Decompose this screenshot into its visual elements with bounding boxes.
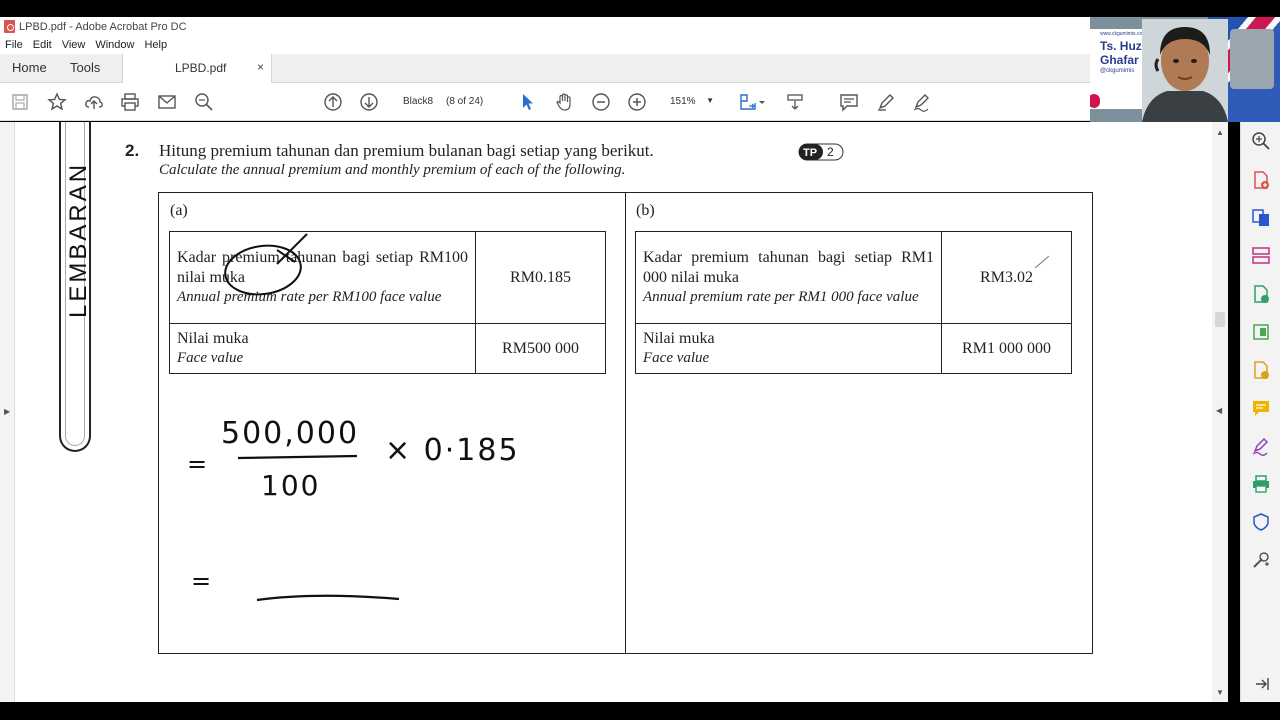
- fit-dropdown-icon[interactable]: [756, 92, 768, 112]
- ink-annotations: = 500,000 100 × 0·185 =: [187, 233, 1050, 602]
- mini-portrait: [1230, 29, 1274, 89]
- export-file-icon[interactable]: [1251, 360, 1271, 380]
- save-icon[interactable]: [10, 92, 30, 112]
- screen-top-bar: [0, 0, 1280, 17]
- zoom-search-icon[interactable]: [1251, 131, 1271, 151]
- menu-view[interactable]: View: [62, 39, 86, 51]
- tab-home[interactable]: Home: [12, 60, 47, 75]
- print-icon[interactable]: [120, 92, 140, 112]
- collapse-tools-icon[interactable]: [1251, 674, 1271, 694]
- protect-shield-icon[interactable]: [1251, 512, 1271, 532]
- more-tools-icon[interactable]: [1251, 550, 1271, 570]
- zoom-level: 151%: [670, 96, 696, 107]
- export-pdf-icon[interactable]: [1251, 284, 1271, 304]
- select-cursor-icon[interactable]: [517, 92, 537, 112]
- highlight-pen-icon[interactable]: [876, 92, 896, 112]
- zoom-out-icon[interactable]: [591, 92, 611, 112]
- scroll-up-icon[interactable]: ▲: [1216, 128, 1224, 137]
- ink-multiplier: × 0·185: [385, 433, 520, 468]
- menu-help[interactable]: Help: [144, 39, 167, 51]
- answer-underline: [256, 594, 400, 602]
- webcam-overlay: www.ckgumimis.com Ts. Huzai Ghafar @ckgu…: [1090, 17, 1280, 122]
- expand-left-panel-icon[interactable]: ▶: [4, 407, 10, 416]
- fill-sign-icon[interactable]: [912, 92, 932, 112]
- tab-document-label: LPBD.pdf: [175, 61, 227, 75]
- prev-page-icon[interactable]: [323, 92, 343, 112]
- create-pdf-icon[interactable]: [1251, 170, 1271, 190]
- fill-and-sign-icon[interactable]: [1251, 436, 1271, 456]
- comment-icon[interactable]: [839, 92, 859, 112]
- scroll-thumb[interactable]: [1215, 312, 1225, 327]
- menu-file[interactable]: File: [5, 39, 23, 51]
- comment-tool-icon[interactable]: [1251, 398, 1271, 418]
- scroll-mode-icon[interactable]: [785, 92, 805, 112]
- presenter-name-line2: Ghafar: [1100, 53, 1139, 67]
- presenter-site: www.ckgumimis.com: [1100, 31, 1147, 37]
- ink-equals-1: =: [187, 450, 207, 478]
- brand-mark: [1090, 94, 1100, 108]
- zoom-in-icon[interactable]: [627, 92, 647, 112]
- page-number-input[interactable]: Black8: [403, 96, 433, 107]
- ink-numerator: 500,000: [221, 416, 359, 451]
- fraction-bar: [237, 454, 358, 460]
- next-page-icon[interactable]: [359, 92, 379, 112]
- ink-equals-2: =: [191, 567, 211, 595]
- tab-bar: Home Tools LPBD.pdf ×: [0, 54, 1280, 83]
- menu-edit[interactable]: Edit: [33, 39, 52, 51]
- find-zoom-icon[interactable]: [194, 92, 214, 112]
- print-production-icon[interactable]: [1251, 474, 1271, 494]
- pdf-page[interactable]: LEMBARAN 2. Hitung premium tahunan dan p…: [15, 122, 1212, 702]
- combine-files-icon[interactable]: [1251, 208, 1271, 228]
- scroll-down-icon[interactable]: ▼: [1216, 688, 1224, 697]
- main-toolbar: Black8 (8 of 24) 151% ▼: [0, 83, 1280, 121]
- zoom-level-select[interactable]: 151% ▼: [662, 93, 720, 111]
- window-title: LPBD.pdf - Adobe Acrobat Pro DC: [19, 20, 187, 33]
- email-icon[interactable]: [157, 92, 177, 112]
- window-titlebar: LPBD.pdf - Adobe Acrobat Pro DC: [0, 17, 1280, 36]
- vertical-scrollbar[interactable]: ▲ ◀ ▼: [1212, 122, 1228, 702]
- tab-close-icon[interactable]: ×: [257, 60, 264, 74]
- menu-window[interactable]: Window: [95, 39, 134, 51]
- pen-cursor-icon: [1034, 255, 1050, 269]
- presenter-handle: @ckgumimis: [1100, 68, 1135, 74]
- star-icon[interactable]: [47, 92, 67, 112]
- tab-tools[interactable]: Tools: [70, 60, 100, 75]
- right-tools-panel: [1240, 122, 1280, 702]
- presenter-video: [1142, 19, 1228, 122]
- screen-bottom-bar: [0, 702, 1280, 720]
- left-nav-panel[interactable]: ▶: [0, 122, 15, 702]
- page-count: (8 of 24): [446, 96, 484, 107]
- cloud-upload-icon[interactable]: [84, 92, 104, 112]
- edit-pdf-icon[interactable]: [1251, 322, 1271, 342]
- ink-denominator: 100: [261, 469, 320, 502]
- menu-bar: File Edit View Window Help: [0, 36, 1280, 54]
- acrobat-pdf-icon: [4, 20, 15, 33]
- chevron-down-icon: ▼: [706, 96, 714, 105]
- hand-tool-icon[interactable]: [554, 92, 574, 112]
- collapse-right-panel-icon[interactable]: ◀: [1216, 406, 1222, 415]
- tab-document[interactable]: LPBD.pdf ×: [122, 54, 272, 83]
- fit-page-icon[interactable]: [738, 92, 758, 112]
- organize-pages-icon[interactable]: [1251, 246, 1271, 266]
